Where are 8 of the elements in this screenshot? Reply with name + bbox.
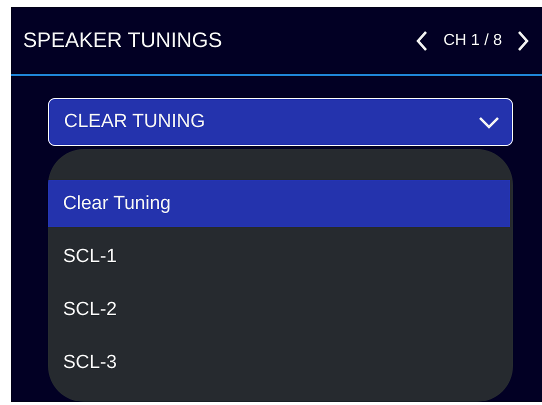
menu-option[interactable]: SCL-3 (48, 339, 510, 386)
menu-option[interactable]: SCL-1 (48, 233, 510, 280)
menu-option[interactable]: SCL-2 (48, 286, 510, 333)
channel-label: CH 1 / 8 (443, 32, 502, 50)
page-title: SPEAKER TUNINGS (23, 28, 224, 52)
menu-option[interactable]: Clear Tuning (48, 180, 510, 227)
tuning-dropdown[interactable]: CLEAR TUNING (48, 98, 513, 146)
chevron-icon (478, 115, 500, 129)
